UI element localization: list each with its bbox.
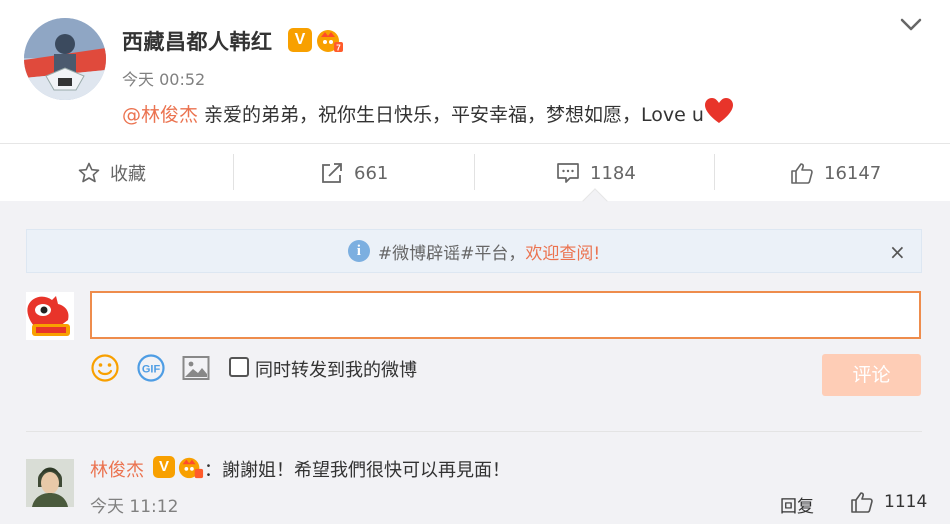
commenter-avatar[interactable] — [26, 459, 74, 507]
current-user-avatar[interactable] — [26, 292, 74, 340]
comment-like-count: 1114 — [884, 492, 928, 512]
submit-comment-button[interactable]: 评论 — [822, 354, 921, 396]
repost-icon — [322, 163, 342, 183]
comment-input[interactable] — [90, 291, 921, 339]
post-text: 亲爱的弟弟，祝你生日快乐，平安幸福，梦想如愿，Love u — [198, 104, 704, 126]
author-avatar[interactable] — [24, 18, 106, 100]
heart-icon — [704, 98, 733, 123]
comment-timestamp: 今天 11:12 — [90, 497, 179, 517]
emoji-icon[interactable] — [90, 353, 120, 383]
vip-crown-icon[interactable]: 7 — [316, 26, 344, 54]
favorite-label: 收藏 — [110, 164, 146, 185]
verified-badge[interactable]: V — [288, 28, 312, 52]
repost-checkbox[interactable] — [229, 357, 249, 377]
star-icon — [78, 162, 100, 183]
comment-icon — [557, 163, 579, 183]
vip-crown-icon[interactable] — [178, 454, 204, 480]
post-content: @林俊杰 亲爱的弟弟，祝你生日快乐，平安幸福，梦想如愿，Love u — [122, 98, 734, 127]
comment-username[interactable]: 林俊杰 — [90, 456, 144, 482]
notice-text: #微博辟谣#平台， — [377, 243, 526, 264]
close-icon[interactable]: × — [889, 240, 906, 264]
comment-count: 1184 — [590, 162, 636, 184]
info-icon: i — [347, 240, 370, 262]
thumbs-up-icon[interactable] — [850, 490, 874, 514]
svg-text:GIF: GIF — [142, 364, 161, 376]
chevron-down-icon[interactable] — [898, 14, 924, 34]
action-divider — [714, 154, 715, 190]
repost-checkbox-label[interactable]: 同时转发到我的微博 — [255, 356, 417, 382]
image-icon[interactable] — [181, 353, 211, 383]
mention-link[interactable]: @林俊杰 — [122, 104, 198, 126]
comment-text: ：謝謝姐！希望我們很快可以再見面！ — [204, 460, 510, 481]
notice-link[interactable]: 欢迎查阅! — [525, 239, 600, 264]
action-divider — [474, 154, 475, 190]
comment-divider — [26, 431, 922, 432]
reply-button[interactable]: 回复 — [780, 492, 814, 517]
rumor-notice-banner: i #微博辟谣#平台， 欢迎查阅! — [26, 229, 922, 273]
post-timestamp[interactable]: 今天 00:52 — [122, 66, 205, 90]
author-name[interactable]: 西藏昌都人韩红 — [122, 26, 273, 56]
like-button[interactable]: 16147 — [790, 144, 881, 202]
verified-badge[interactable]: V — [153, 456, 175, 478]
thumbs-up-icon — [791, 163, 813, 184]
svg-text:7: 7 — [336, 44, 341, 53]
repost-button[interactable]: 661 — [320, 144, 388, 202]
post-action-bar: 收藏 661 1184 16147 — [0, 143, 950, 201]
like-count: 16147 — [824, 162, 882, 184]
repost-count: 661 — [354, 162, 389, 184]
weibo-post-card: 西藏昌都人韩红 V 7 今天 00:52 @林俊杰 亲爱的弟弟，祝你生日快乐，平… — [0, 0, 950, 201]
gif-icon[interactable]: GIF — [136, 353, 166, 383]
favorite-button[interactable]: 收藏 — [78, 144, 146, 202]
action-divider — [233, 154, 234, 190]
